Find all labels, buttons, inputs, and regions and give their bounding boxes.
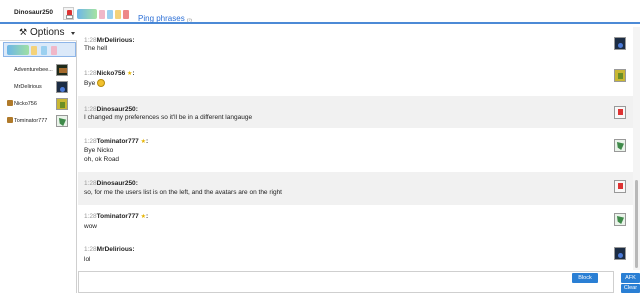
- message-avatar: [614, 139, 626, 152]
- user-name[interactable]: Adventurebee...: [14, 67, 53, 73]
- chat-scrollbar-thumb[interactable]: [635, 180, 638, 268]
- message-time: 1:28: [84, 70, 97, 77]
- message-text: so, for me the users list is on the left…: [84, 189, 282, 196]
- message-author[interactable]: MrDelirious: [97, 37, 133, 44]
- user-avatar: [56, 81, 68, 93]
- message-time: 1:28: [84, 213, 97, 220]
- user-name[interactable]: MrDelirious: [14, 84, 42, 90]
- chat-message: 1:28MrDelirious: The hell: [78, 27, 633, 60]
- chat-icons-strip[interactable]: [77, 8, 131, 21]
- ping-phrases-help[interactable]: (?): [187, 17, 192, 22]
- chevron-down-icon: [71, 32, 75, 35]
- user-list-item[interactable]: MrDelirious: [8, 81, 74, 95]
- message-avatar: [614, 106, 626, 119]
- message-avatar: [614, 69, 626, 82]
- top-bar: Dinosaur250 Ping phrases (?): [0, 0, 640, 24]
- message-text: Bye Nicko: [84, 147, 114, 154]
- message-text: Bye: [84, 80, 96, 87]
- afk-button[interactable]: AFK: [621, 273, 640, 283]
- chat-message: 1:28Tominator777 ★: Bye Nicko oh, ok Roa…: [78, 128, 633, 172]
- user-rank-icon: [7, 117, 13, 123]
- message-author[interactable]: MrDelirious: [97, 246, 133, 253]
- chat-message: 1:28MrDelirious: lol: [78, 238, 633, 270]
- message-time: 1:28: [84, 138, 97, 145]
- tools-icon: ⚒: [19, 27, 28, 37]
- user-filter-icons[interactable]: [3, 42, 76, 57]
- options-label: Options: [30, 27, 65, 38]
- current-user-avatar[interactable]: [63, 7, 74, 20]
- message-text: wow: [84, 223, 98, 230]
- message-text: lol: [84, 256, 91, 263]
- message-time: 1:28: [84, 37, 97, 44]
- user-avatar: [56, 115, 68, 127]
- options-dropdown[interactable]: ⚒ Options: [0, 25, 77, 41]
- chat-message: 1:28Dinosaur250: so, for me the users li…: [78, 172, 633, 205]
- message-text: oh, ok Road: [84, 156, 120, 163]
- message-author[interactable]: Tominator777: [97, 213, 139, 220]
- block-button[interactable]: Block: [572, 273, 598, 283]
- message-text: The hell: [84, 45, 108, 52]
- message-time: 1:28: [84, 180, 97, 187]
- user-rank-icon: [7, 100, 13, 106]
- message-input[interactable]: [78, 271, 614, 293]
- message-author[interactable]: Tominator777: [97, 138, 139, 145]
- user-list-item[interactable]: Nicko756: [7, 98, 74, 112]
- clear-button[interactable]: Clear: [621, 284, 640, 293]
- user-name[interactable]: Nicko756: [14, 101, 37, 107]
- message-author[interactable]: Dinosaur250: [97, 180, 136, 187]
- ping-phrases-link[interactable]: Ping phrases (?): [138, 14, 192, 23]
- message-text: I changed my preferences so it'll be in …: [84, 114, 253, 121]
- message-avatar: [614, 247, 626, 260]
- user-list-item[interactable]: Tominator777: [7, 115, 74, 129]
- message-avatar: [614, 213, 626, 226]
- chat-messages: 1:28MrDelirious: The hell 1:28Nicko756 ★…: [78, 27, 633, 270]
- message-time: 1:28: [84, 246, 97, 253]
- chat-message: 1:28Tominator777 ★: wow: [78, 205, 633, 238]
- chat-message: 1:28Dinosaur250: I changed my preference…: [78, 96, 633, 128]
- user-name[interactable]: Tominator777: [14, 118, 47, 124]
- smiley-icon: [97, 79, 106, 88]
- user-list-item[interactable]: Adventurebee...: [8, 64, 74, 78]
- chat-message: 1:28Nicko756 ★: Bye: [78, 60, 633, 96]
- user-avatar: [56, 98, 68, 110]
- message-time: 1:28: [84, 106, 97, 113]
- message-author[interactable]: Dinosaur250: [97, 106, 136, 113]
- message-avatar: [614, 180, 626, 193]
- message-avatar: [614, 37, 626, 50]
- ping-phrases-label[interactable]: Ping phrases: [138, 14, 185, 23]
- user-avatar: [56, 64, 68, 76]
- current-username: Dinosaur250: [14, 9, 54, 16]
- message-author[interactable]: Nicko756: [97, 70, 126, 77]
